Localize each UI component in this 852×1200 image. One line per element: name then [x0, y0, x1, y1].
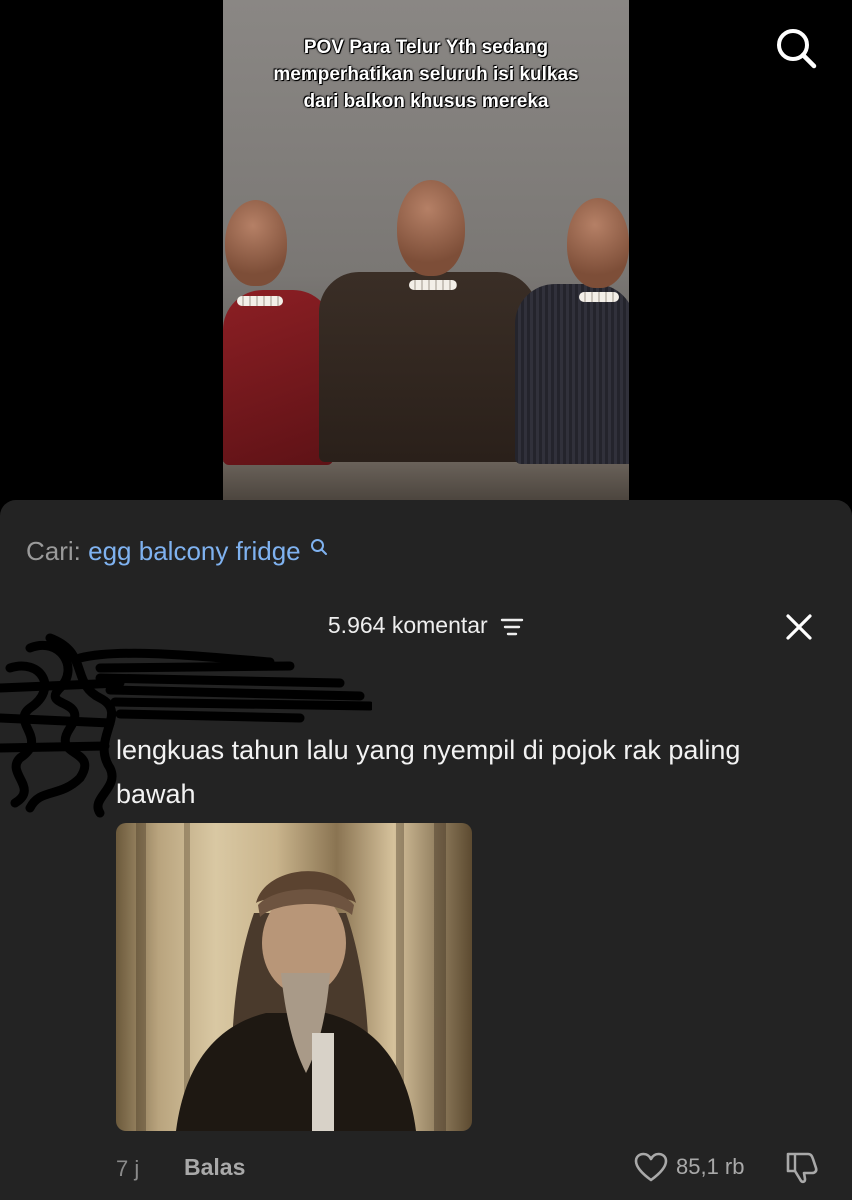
comment-text: lengkuas tahun lalu yang nyempil di pojo…	[116, 735, 741, 809]
close-icon[interactable]	[784, 612, 814, 642]
heart-icon[interactable]	[634, 1152, 668, 1182]
video-player[interactable]: POV Para Telur Yth sedang memperhatikan …	[223, 0, 629, 500]
search-suggestion-query[interactable]: egg balcony fridge	[88, 536, 300, 566]
video-floor	[223, 462, 629, 500]
comment-timestamp: 7 j	[116, 1156, 140, 1181]
comments-sheet: Cari: egg balcony fridge 5.964 komentar	[0, 500, 852, 1200]
search-small-icon	[310, 539, 327, 555]
reply-button[interactable]: Balas	[184, 1154, 245, 1181]
like-count: 85,1 rb	[676, 1154, 745, 1179]
video-caption: POV Para Telur Yth sedang memperhatikan …	[273, 37, 579, 112]
search-icon[interactable]	[774, 26, 818, 70]
search-suggestion-prefix: Cari:	[26, 536, 81, 566]
dislike-icon[interactable]	[784, 1150, 820, 1184]
filter-icon[interactable]	[500, 617, 524, 637]
dislike-button[interactable]	[784, 1150, 820, 1184]
search-suggestion[interactable]: Cari: egg balcony fridge	[26, 536, 328, 567]
comment-attached-image[interactable]	[116, 823, 472, 1131]
like-button[interactable]: 85,1 rb	[634, 1150, 745, 1184]
